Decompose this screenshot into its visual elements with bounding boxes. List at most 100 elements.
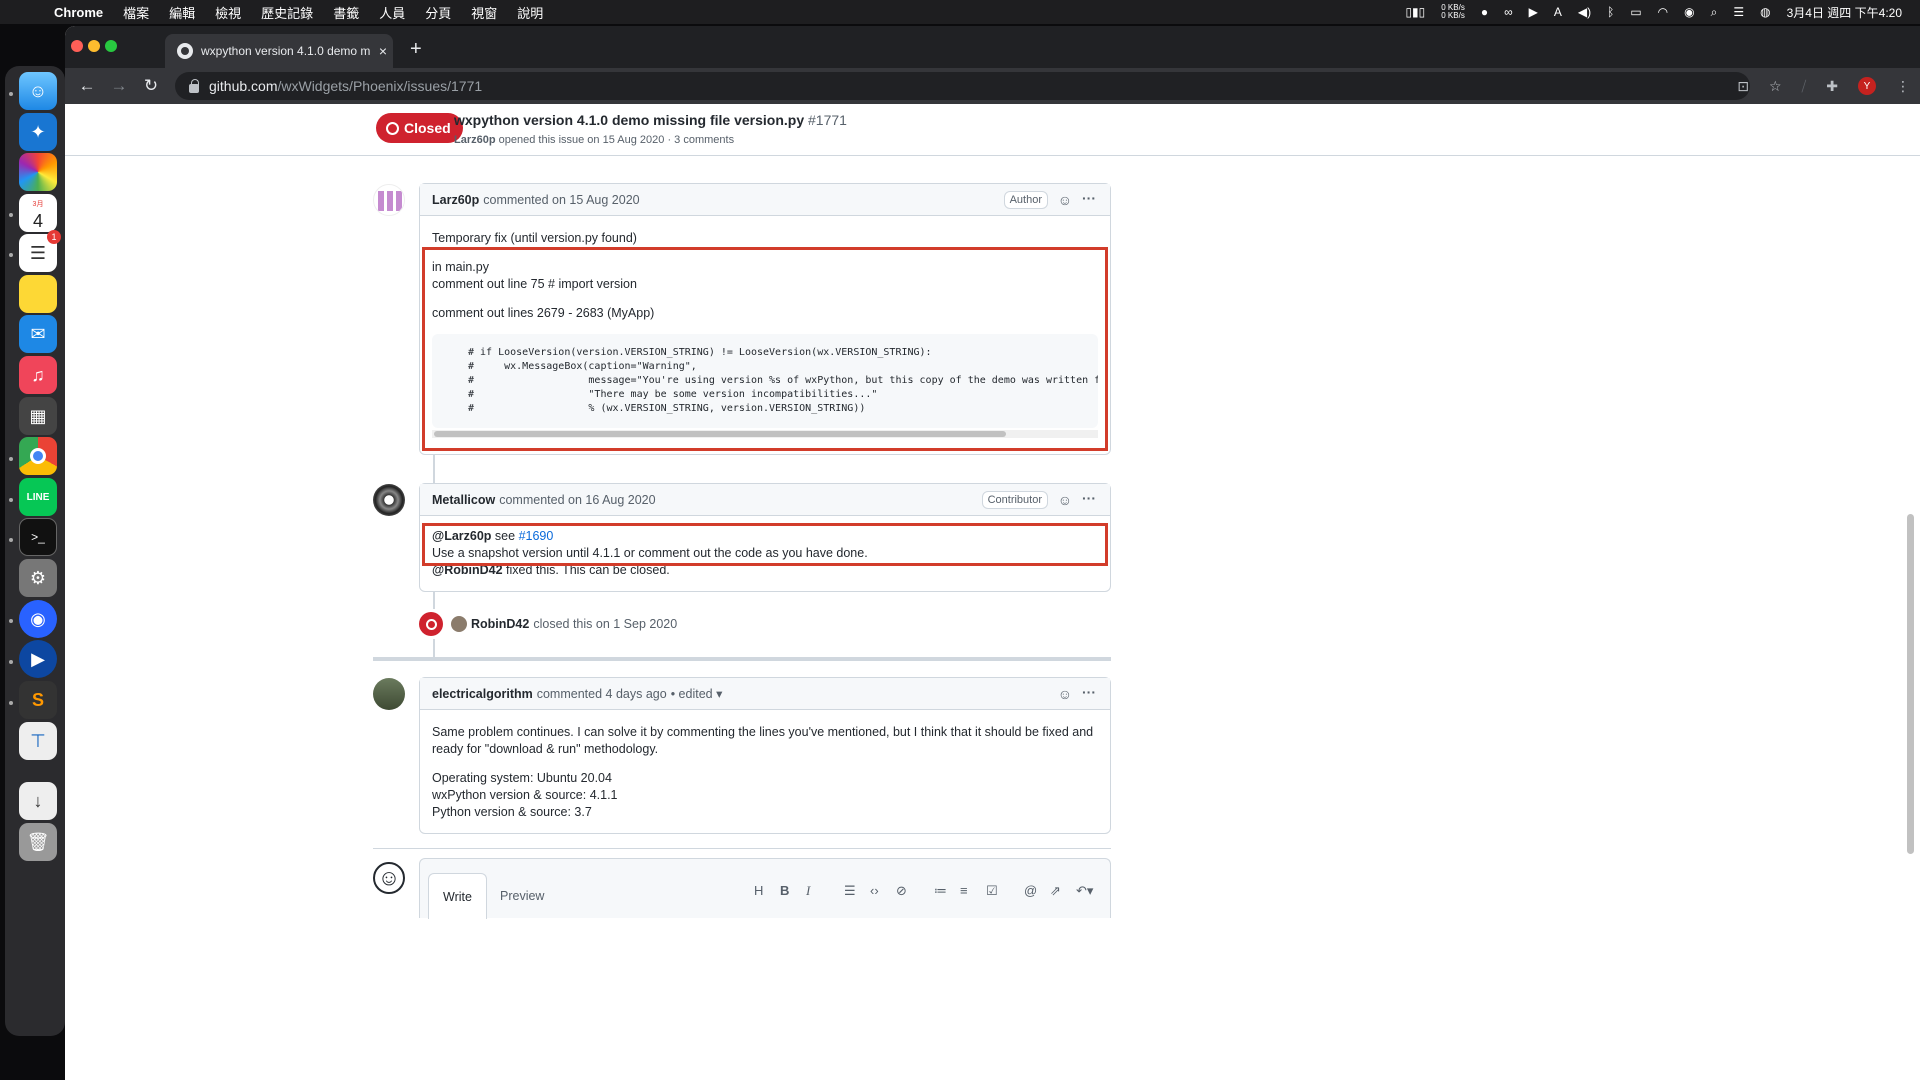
menu-bookmarks[interactable]: 書籤 bbox=[333, 3, 359, 22]
menu-tab[interactable]: 分頁 bbox=[425, 3, 451, 22]
line-status-icon[interactable]: ● bbox=[1481, 5, 1488, 19]
minimize-window-button[interactable] bbox=[88, 40, 100, 52]
maps-pin-icon[interactable]: ◉ bbox=[19, 600, 57, 638]
comment-options-icon[interactable]: ··· bbox=[1082, 684, 1096, 700]
avatar-robind42[interactable] bbox=[451, 616, 467, 632]
task-list-icon[interactable]: ☑ bbox=[986, 883, 998, 899]
tab-write[interactable]: Write bbox=[428, 873, 487, 919]
comment-options-icon[interactable]: ··· bbox=[1082, 490, 1096, 506]
extension-disabled-icon[interactable]: ⧸ bbox=[1802, 78, 1807, 95]
line-icon[interactable]: LINE bbox=[19, 478, 57, 516]
back-icon[interactable]: ← bbox=[71, 76, 103, 96]
menu-help[interactable]: 說明 bbox=[517, 3, 543, 22]
menu-window[interactable]: 視窗 bbox=[471, 3, 497, 22]
bluetooth-icon[interactable]: ᛒ bbox=[1607, 5, 1614, 19]
keynote-icon[interactable]: ⊤ bbox=[19, 722, 57, 760]
music-icon[interactable]: ♫ bbox=[19, 356, 57, 394]
photos-icon[interactable] bbox=[19, 153, 57, 191]
reminders-icon[interactable]: ☰ 1 bbox=[19, 230, 61, 272]
trash-icon[interactable]: 🗑 bbox=[19, 823, 57, 861]
comment-author[interactable]: Metallicow bbox=[432, 493, 495, 507]
user-icon[interactable]: ◉ bbox=[1684, 5, 1694, 19]
menu-view[interactable]: 檢視 bbox=[215, 3, 241, 22]
comment-meta[interactable]: commented on 15 Aug 2020 bbox=[483, 193, 639, 207]
volume-icon[interactable]: ◀) bbox=[1578, 5, 1591, 19]
zoom-window-button[interactable] bbox=[105, 40, 117, 52]
edited-dropdown[interactable]: • edited ▾ bbox=[671, 686, 723, 701]
control-center-icon[interactable]: ☰ bbox=[1733, 5, 1744, 19]
glasses-icon[interactable]: ∞ bbox=[1504, 5, 1513, 19]
comment-options-icon[interactable]: ··· bbox=[1082, 190, 1096, 206]
menu-app-name[interactable]: Chrome bbox=[54, 5, 103, 20]
menubar-clock[interactable]: 3月4日 週四 下午4:20 bbox=[1787, 4, 1902, 21]
dock-running-dot bbox=[9, 92, 13, 96]
menu-people[interactable]: 人員 bbox=[379, 3, 405, 22]
siri-icon[interactable]: ◍ bbox=[1760, 5, 1770, 19]
add-reaction-icon[interactable]: ☺ bbox=[1058, 192, 1072, 208]
add-reaction-icon[interactable]: ☺ bbox=[1058, 686, 1072, 702]
finder-icon[interactable]: ☺ bbox=[19, 72, 57, 110]
add-reaction-icon[interactable]: ☺ bbox=[1058, 492, 1072, 508]
forward-icon[interactable]: → bbox=[103, 76, 135, 96]
ordered-list-icon[interactable]: ≡ bbox=[960, 883, 968, 898]
comment-author[interactable]: Larz60p bbox=[432, 193, 479, 207]
notes-icon[interactable] bbox=[19, 275, 57, 313]
timeline-line bbox=[433, 639, 435, 657]
tab-title: wxpython version 4.1.0 demo m bbox=[201, 44, 371, 58]
comment-author[interactable]: electricalgorithm bbox=[432, 687, 533, 701]
network-speed[interactable]: 0 KB/s 0 KB/s bbox=[1441, 4, 1465, 20]
avatar-larz60p[interactable] bbox=[373, 184, 405, 216]
browser-tab[interactable]: wxpython version 4.1.0 demo m × bbox=[165, 34, 393, 68]
tab-preview[interactable]: Preview bbox=[486, 873, 558, 919]
italic-icon[interactable]: I bbox=[806, 883, 810, 899]
cpu-monitor-icon[interactable]: ▯▮▯ bbox=[1405, 5, 1425, 19]
bold-icon[interactable]: B bbox=[780, 883, 789, 898]
menu-history[interactable]: 歷史記錄 bbox=[261, 3, 313, 22]
new-tab-icon[interactable]: + bbox=[410, 38, 422, 61]
safari-icon[interactable]: ✦ bbox=[19, 113, 57, 151]
profile-avatar[interactable]: Y bbox=[1858, 77, 1876, 95]
quote-icon[interactable]: ☰ bbox=[844, 883, 856, 899]
close-window-button[interactable] bbox=[71, 40, 83, 52]
dock-running-dot bbox=[9, 660, 13, 664]
comment-meta[interactable]: commented 4 days ago bbox=[537, 687, 667, 701]
calendar-icon[interactable]: 3月 4 bbox=[19, 194, 57, 232]
sublime-text-icon[interactable]: S bbox=[19, 681, 57, 719]
heading-icon[interactable]: H bbox=[754, 883, 763, 898]
battery-icon[interactable]: ▭ bbox=[1630, 5, 1641, 19]
chrome-menu-icon[interactable]: ⋮ bbox=[1896, 78, 1910, 95]
chrome-icon[interactable] bbox=[19, 437, 57, 475]
menu-file[interactable]: 檔案 bbox=[123, 3, 149, 22]
address-bar[interactable]: github.com/wxWidgets/Phoenix/issues/1771 bbox=[175, 72, 1750, 100]
issue-opener-link[interactable]: Larz60p bbox=[454, 134, 496, 146]
event-actor[interactable]: RobinD42 bbox=[471, 617, 529, 631]
extensions-puzzle-icon[interactable]: ✚ bbox=[1826, 78, 1838, 95]
system-preferences-icon[interactable]: ⚙ bbox=[19, 559, 57, 597]
avatar-electricalgorithm[interactable] bbox=[373, 678, 405, 710]
saved-reply-icon[interactable]: ↶▾ bbox=[1076, 883, 1093, 899]
downloads-folder-icon[interactable]: ↓ bbox=[19, 782, 57, 820]
bookmark-star-icon[interactable]: ☆ bbox=[1769, 78, 1782, 95]
new-comment-editor: Write Preview H B I ☰ ‹› ⊘ ≔ ≡ ☑ @ ⇗ ↶▾ bbox=[419, 858, 1111, 919]
avatar-metallicow[interactable] bbox=[373, 484, 405, 516]
terminal-icon[interactable]: >_ bbox=[19, 518, 57, 556]
calculator-icon[interactable]: ▦ bbox=[19, 397, 57, 435]
cross-reference-icon[interactable]: ⇗ bbox=[1050, 883, 1061, 899]
code-icon[interactable]: ‹› bbox=[870, 883, 879, 898]
close-tab-icon[interactable]: × bbox=[373, 43, 393, 59]
play-icon[interactable]: ▶ bbox=[1529, 5, 1538, 19]
wifi-icon[interactable]: ◠ bbox=[1658, 5, 1668, 19]
mention-icon[interactable]: @ bbox=[1024, 883, 1037, 898]
comment-meta[interactable]: commented on 16 Aug 2020 bbox=[499, 493, 655, 507]
menu-edit[interactable]: 編輯 bbox=[169, 3, 195, 22]
page-scrollbar[interactable] bbox=[1907, 514, 1914, 854]
unordered-list-icon[interactable]: ≔ bbox=[934, 883, 947, 899]
event-text[interactable]: closed this on 1 Sep 2020 bbox=[533, 617, 677, 631]
spotlight-icon[interactable]: ⌕ bbox=[1711, 5, 1718, 20]
input-method-icon[interactable]: A bbox=[1554, 5, 1562, 19]
reload-icon[interactable]: ↻ bbox=[135, 76, 167, 96]
media-player-icon[interactable]: ▶ bbox=[19, 640, 57, 678]
mail-icon[interactable]: ✉ bbox=[19, 315, 57, 353]
translate-icon[interactable]: ⊡ bbox=[1737, 78, 1749, 95]
link-icon[interactable]: ⊘ bbox=[896, 883, 907, 899]
